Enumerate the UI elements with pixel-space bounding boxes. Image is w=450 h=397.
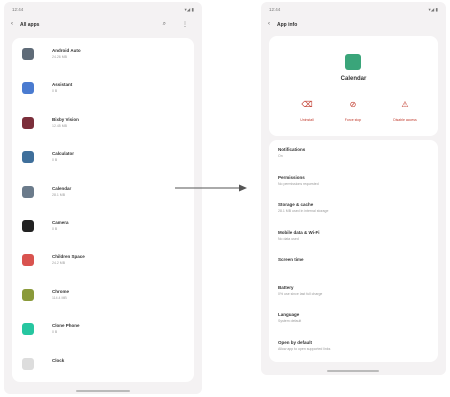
app-info-screen: 12:44 ▾◢ ▮ ‹ App info Calendar ⌫ Uninstal… <box>261 2 446 375</box>
bixby-vision-icon <box>22 116 34 129</box>
app-bar: ‹ All apps ⌕ ⋮ <box>4 16 202 34</box>
settings-item-subtitle: Allow app to open supported links <box>278 346 331 351</box>
settings-item-title: Screen time <box>278 257 304 262</box>
settings-item[interactable]: Language System default <box>269 305 438 333</box>
status-time: 12:44 <box>12 7 24 12</box>
settings-item-title: Battery <box>278 284 294 290</box>
back-arrow-icon[interactable]: ‹ <box>268 21 270 27</box>
app-name: Clock <box>52 357 65 363</box>
uninstall-icon: ⌫ <box>301 100 313 109</box>
page-title: App info <box>277 22 298 28</box>
app-bar: ‹ App info <box>261 16 446 34</box>
app-list-item[interactable]: Assistant 0 B <box>12 72 194 106</box>
app-name: Android Auto <box>52 48 81 53</box>
app-name: Children Space <box>52 254 85 260</box>
app-name: Chrome <box>52 288 70 294</box>
settings-item[interactable]: Notifications On <box>269 140 438 168</box>
clock-icon <box>22 357 34 370</box>
settings-item-subtitle: System default <box>278 319 302 323</box>
settings-item-title: Notifications <box>278 147 306 152</box>
settings-item-subtitle: On <box>278 154 283 158</box>
action-label: Force stop <box>344 118 362 122</box>
action-label: Disable access <box>393 118 417 122</box>
settings-item-subtitle: No permissions requested <box>278 181 319 186</box>
disable-icon: ⚠ <box>401 100 409 109</box>
status-time: 12:44 <box>269 7 281 12</box>
home-indicator <box>76 390 130 392</box>
app-header-card: Calendar ⌫ Uninstall ⊘ Force stop ⚠ Disable a… <box>269 36 438 136</box>
settings-item-title: Permissions <box>278 174 305 180</box>
app-size: 0 B <box>52 158 58 163</box>
action-label: Uninstall <box>300 118 314 122</box>
app-name: Bixby Vision <box>52 116 79 122</box>
app-size: 0 B <box>52 89 58 94</box>
disable-button[interactable]: ⚠ Disable access <box>385 100 425 130</box>
app-list-item[interactable]: Clone Phone 0 B <box>12 313 194 347</box>
app-list-item[interactable]: Calendar 28.1 MB <box>12 176 194 210</box>
settings-item-title: Mobile data & Wi-Fi <box>278 229 320 235</box>
app-name: Camera <box>52 220 69 225</box>
app-size: 114.4 MB <box>52 295 67 300</box>
assistant-icon <box>22 82 34 95</box>
settings-item[interactable]: Permissions No permissions requested <box>269 168 438 196</box>
app-name: Assistant <box>52 82 73 88</box>
page-title: All apps <box>20 22 40 28</box>
android-auto-icon <box>22 48 34 60</box>
settings-item[interactable]: Storage & cache 28.1 MB used in internal … <box>269 195 438 223</box>
app-list-item[interactable]: Children Space 24.2 MB <box>12 244 194 278</box>
settings-list: Notifications On Permissions No permissions… <box>269 140 438 362</box>
app-name: Calendar <box>340 76 367 82</box>
app-size: 12.45 MB <box>52 123 67 128</box>
app-size: 0 B <box>52 330 58 335</box>
settings-item[interactable]: Open by default Allow app to open support… <box>269 333 438 361</box>
settings-item[interactable]: Screen time <box>269 250 438 278</box>
calendar-icon <box>22 185 34 198</box>
search-icon[interactable]: ⌕ <box>163 21 166 28</box>
app-list-item[interactable]: Clock <box>12 348 194 382</box>
force-stop-button[interactable]: ⊘ Force stop <box>333 100 373 130</box>
settings-item-title: Language <box>278 312 300 317</box>
app-size: 24.2 MB <box>52 261 66 266</box>
camera-icon <box>22 220 34 232</box>
settings-item-subtitle: 0% use since last full charge <box>278 291 323 296</box>
app-name: Calculator <box>52 151 75 157</box>
calculator-icon <box>22 151 34 164</box>
app-list: Android Auto 24.26 MB Assistant 0 B Bixby Vi… <box>12 38 194 382</box>
calendar-app-icon <box>345 54 361 70</box>
status-icons: ▾◢ ▮ <box>428 7 438 12</box>
back-arrow-icon[interactable]: ‹ <box>11 21 13 27</box>
settings-item[interactable]: Battery 0% use since last full charge <box>269 278 438 306</box>
status-bar: 12:44 ▾◢ ▮ <box>4 2 202 16</box>
settings-item-title: Storage & cache <box>278 202 314 207</box>
app-list-item[interactable]: Android Auto 24.26 MB <box>12 38 194 72</box>
uninstall-button[interactable]: ⌫ Uninstall <box>287 100 327 130</box>
force-stop-icon: ⊘ <box>349 100 357 109</box>
app-size: 24.26 MB <box>52 55 67 59</box>
app-list-item[interactable]: Calculator 0 B <box>12 141 194 175</box>
clone-phone-icon <box>22 323 34 336</box>
settings-item-subtitle: No data used <box>278 236 299 241</box>
status-icons: ▾◢ ▮ <box>184 7 194 12</box>
settings-item-title: Open by default <box>278 339 313 345</box>
app-list-item[interactable]: Chrome 114.4 MB <box>12 279 194 313</box>
app-name: Clone Phone <box>52 323 80 329</box>
settings-item-subtitle: 28.1 MB used in internal storage <box>278 209 329 213</box>
app-list-item[interactable]: Camera 0 B <box>12 210 194 244</box>
app-size: 28.1 MB <box>52 192 66 197</box>
settings-item[interactable]: Mobile data & Wi-Fi No data used <box>269 223 438 251</box>
children-space-icon <box>22 254 34 267</box>
status-bar: 12:44 ▾◢ ▮ <box>261 2 446 16</box>
home-indicator <box>327 370 379 372</box>
flow-arrow <box>175 184 247 192</box>
more-options-icon[interactable]: ⋮ <box>182 21 188 28</box>
app-name: Calendar <box>52 185 72 191</box>
all-apps-screen: 12:44 ▾◢ ▮ ‹ All apps ⌕ ⋮ Android Auto 24… <box>4 2 202 394</box>
chrome-icon <box>22 288 34 301</box>
app-list-item[interactable]: Bixby Vision 12.45 MB <box>12 107 194 141</box>
app-size: 0 B <box>52 227 58 231</box>
